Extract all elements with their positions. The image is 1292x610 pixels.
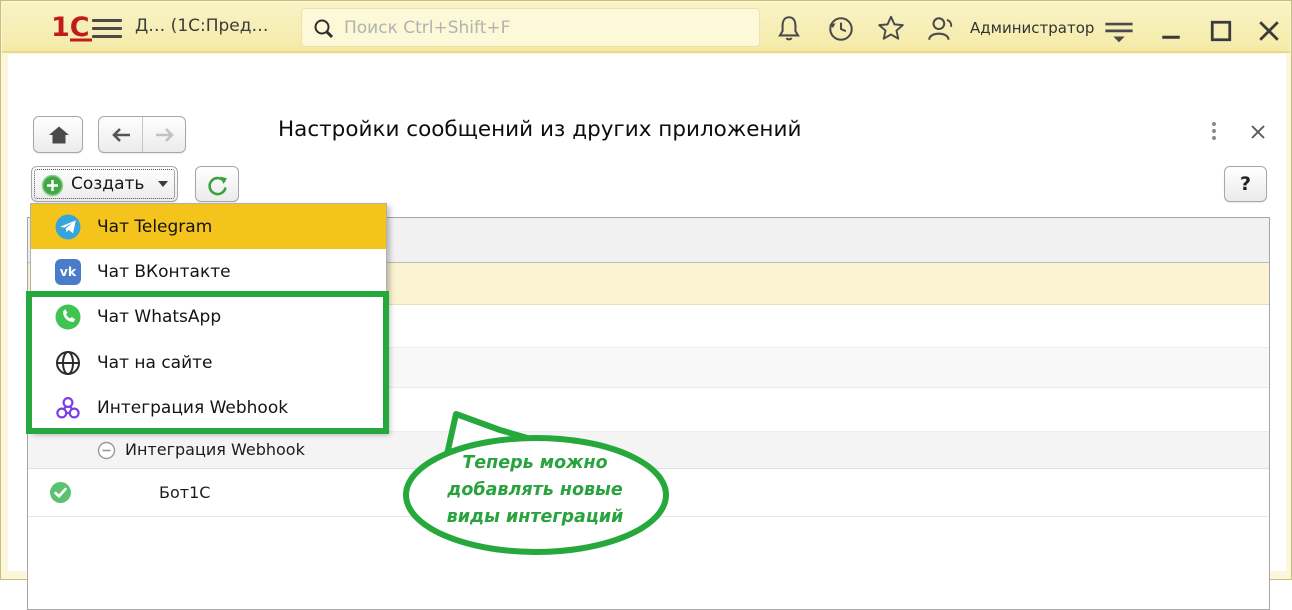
forward-arrow-icon <box>155 128 174 142</box>
minimize-icon[interactable] <box>1154 16 1188 46</box>
check-icon <box>50 482 71 503</box>
menu-item-label: Чат на сайте <box>97 352 213 373</box>
titlebar: 1С Д… (1С:Пред… А <box>2 2 1290 53</box>
create-dropdown-menu: Чат Telegram vk Чат ВКонтакте Чат WhatsA… <box>30 203 387 432</box>
menu-item-label: Чат WhatsApp <box>97 307 222 328</box>
app-title: Д… (1С:Пред… <box>135 16 269 36</box>
notifications-bell-icon[interactable] <box>772 14 806 44</box>
menu-item-telegram[interactable]: Чат Telegram <box>31 204 386 250</box>
global-search <box>301 8 760 47</box>
1c-logo: 1С <box>51 12 92 43</box>
home-button[interactable] <box>33 116 83 153</box>
current-user-name[interactable]: Администратор <box>970 19 1094 37</box>
forward-button[interactable] <box>143 117 186 152</box>
menu-item-vkontakte[interactable]: vk Чат ВКонтакте <box>31 249 386 294</box>
service-menu-icon[interactable] <box>1102 17 1136 47</box>
form-area: Настройки сообщений из других приложений… <box>8 54 1286 610</box>
menu-item-webhook[interactable]: Интеграция Webhook <box>31 386 386 431</box>
create-button[interactable]: Создать <box>31 166 178 202</box>
more-actions-icon[interactable] <box>1206 122 1222 144</box>
menu-item-label: Интеграция Webhook <box>97 398 289 419</box>
close-form-icon[interactable] <box>1246 120 1270 144</box>
chevron-down-icon <box>158 181 168 187</box>
globe-icon <box>55 350 81 376</box>
menu-item-label: Чат Telegram <box>97 216 213 237</box>
collapse-minus-icon[interactable] <box>97 441 116 460</box>
webhook-icon <box>55 395 81 421</box>
annotation-line: добавлять новые <box>447 480 623 500</box>
telegram-icon <box>55 214 81 240</box>
back-arrow-icon <box>112 128 130 142</box>
favorites-star-icon[interactable] <box>874 13 908 43</box>
history-nav-buttons <box>98 116 186 153</box>
home-icon <box>49 126 69 144</box>
plus-icon <box>41 174 64 197</box>
annotation-line: Теперь можно <box>462 453 608 473</box>
list-item-name: Бот1С <box>159 483 211 502</box>
annotation-text: Теперь можно добавлять новые виды интегр… <box>416 450 654 531</box>
close-window-icon[interactable] <box>1252 16 1286 46</box>
help-button[interactable]: ? <box>1224 166 1267 202</box>
history-icon[interactable] <box>824 14 858 44</box>
menu-item-label: Чат ВКонтакте <box>97 262 231 283</box>
refresh-button[interactable] <box>195 166 239 202</box>
page-title: Настройки сообщений из других приложений <box>278 117 802 142</box>
main-menu-icon[interactable] <box>92 19 122 39</box>
app-window: 1С Д… (1С:Пред… А <box>0 0 1292 610</box>
svg-text:1С: 1С <box>51 12 90 43</box>
menu-item-whatsapp[interactable]: Чат WhatsApp <box>31 295 386 340</box>
refresh-icon <box>208 176 227 196</box>
create-button-label: Создать <box>71 174 145 194</box>
menu-item-website-chat[interactable]: Чат на сайте <box>31 340 386 385</box>
back-button[interactable] <box>99 117 143 152</box>
group-row-label: Интеграция Webhook <box>125 440 305 459</box>
user-icon[interactable] <box>924 14 958 44</box>
vk-icon: vk <box>55 259 81 286</box>
whatsapp-icon <box>55 304 81 330</box>
maximize-icon[interactable] <box>1204 16 1238 46</box>
search-input[interactable] <box>302 9 759 46</box>
annotation-line: виды интеграций <box>446 507 624 527</box>
